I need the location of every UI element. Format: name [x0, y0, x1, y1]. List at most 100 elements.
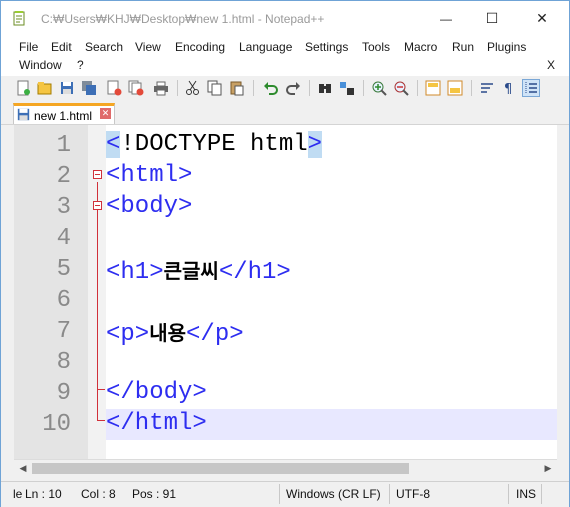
menu-file[interactable]: File — [19, 40, 38, 54]
toolbar-separator — [309, 80, 310, 96]
code-line[interactable]: 8 — [14, 347, 557, 378]
window-title: C:₩Users₩KHJ₩Desktop₩new 1.html - Notepa… — [41, 12, 325, 26]
code-line[interactable]: 3 <body> — [14, 192, 557, 223]
status-eol-format[interactable]: Windows (CR LF) — [286, 487, 381, 501]
line-number: 8 — [56, 349, 71, 376]
code-line[interactable]: 6 — [14, 285, 557, 316]
scroll-right-icon[interactable]: ▶ — [541, 462, 555, 475]
undo-icon[interactable] — [263, 80, 279, 96]
replace-icon[interactable] — [339, 80, 355, 96]
horizontal-scrollbar[interactable]: ◀ ▶ — [14, 459, 557, 477]
code-line[interactable]: 2 <html> — [14, 161, 557, 192]
code-line[interactable]: 7 <p>내용</p> — [14, 316, 557, 348]
minimize-button[interactable]: — — [423, 1, 469, 36]
cut-icon[interactable] — [185, 80, 201, 96]
save-icon[interactable] — [59, 80, 75, 96]
copy-icon[interactable] — [207, 80, 223, 96]
menu-search[interactable]: Search — [85, 40, 123, 54]
code-text: <!DOCTYPE html> — [106, 131, 323, 158]
save-all-icon[interactable] — [81, 80, 97, 96]
html-tag: </p> — [186, 321, 244, 348]
find-icon[interactable] — [317, 80, 333, 96]
line-number: 2 — [56, 163, 71, 190]
menu-settings[interactable]: Settings — [305, 40, 348, 54]
zoom-in-icon[interactable] — [371, 80, 387, 96]
minimize-icon: — — [440, 11, 452, 26]
code-text: </html> — [106, 410, 207, 437]
status-separator — [389, 484, 390, 504]
html-tag: <body> — [106, 193, 193, 220]
code-text: <h1>큰글씨</h1> — [106, 255, 291, 286]
indent-guide-icon[interactable] — [522, 79, 540, 97]
maximize-button[interactable]: ☐ — [469, 1, 515, 36]
scroll-left-icon[interactable]: ◀ — [16, 462, 30, 475]
close-all-icon[interactable] — [128, 80, 144, 96]
html-tag: <html> — [106, 162, 193, 189]
redo-icon[interactable] — [285, 80, 301, 96]
menu-edit[interactable]: Edit — [51, 40, 72, 54]
line-number: 1 — [56, 132, 71, 159]
menu-window[interactable]: Window — [19, 58, 62, 72]
fold-end-marker — [97, 420, 105, 421]
toolbar-separator — [471, 80, 472, 96]
saved-file-icon — [17, 108, 30, 121]
html-tag: > — [307, 131, 323, 158]
show-all-chars-icon[interactable]: ¶ — [501, 80, 517, 96]
line-number: 6 — [56, 287, 71, 314]
toolbar-separator — [363, 80, 364, 96]
status-length: le — [13, 487, 23, 501]
close-window-button[interactable]: ✕ — [519, 1, 565, 36]
code-line[interactable]: 4 — [14, 223, 557, 254]
menu-run[interactable]: Run — [452, 40, 474, 54]
close-document-button[interactable]: X — [547, 58, 555, 72]
open-file-icon[interactable] — [37, 80, 53, 96]
status-position: Pos : 91 — [132, 487, 177, 501]
status-bar: le Ln : 10 Col : 8 Pos : 91 Windows (CR … — [1, 481, 569, 507]
notepad-window: C:₩Users₩KHJ₩Desktop₩new 1.html - Notepa… — [0, 0, 570, 507]
code-line[interactable]: 9 </body> — [14, 378, 557, 409]
status-insert-mode[interactable]: INS — [516, 487, 536, 501]
menu-plugins[interactable]: Plugins — [487, 40, 526, 54]
html-tag: < — [106, 131, 121, 158]
code-line[interactable]: 5 <h1>큰글씨</h1> — [14, 254, 557, 286]
line-number: 4 — [56, 225, 71, 252]
html-tag: <p> — [106, 321, 150, 348]
close-icon[interactable] — [106, 80, 122, 96]
toolbar-separator — [417, 80, 418, 96]
paste-icon[interactable] — [229, 80, 245, 96]
code-text: <p>내용</p> — [106, 317, 244, 348]
text-content: 큰글씨 — [163, 259, 219, 283]
menu-view[interactable]: View — [135, 40, 161, 54]
tab-label: new 1.html — [34, 109, 93, 123]
text-content: 내용 — [149, 321, 187, 345]
html-tag: <h1> — [106, 259, 164, 286]
status-separator — [279, 484, 280, 504]
scrollbar-thumb[interactable] — [32, 463, 409, 474]
word-wrap-icon[interactable] — [479, 80, 495, 96]
sync-vertical-icon[interactable] — [425, 80, 441, 96]
menu-help[interactable]: ? — [77, 58, 84, 72]
status-encoding[interactable]: UTF-8 — [396, 487, 430, 501]
menu-language[interactable]: Language — [239, 40, 292, 54]
line-number: 9 — [56, 380, 71, 407]
menu-macro[interactable]: Macro — [404, 40, 437, 54]
status-line: Ln : 10 — [25, 487, 62, 501]
html-tag: </html> — [106, 410, 207, 437]
zoom-out-icon[interactable] — [393, 80, 409, 96]
menu-bar: File Edit Search View Encoding Language … — [1, 36, 569, 76]
toolbar-separator — [177, 80, 178, 96]
new-file-icon[interactable] — [15, 80, 31, 96]
tab-new-1-html[interactable]: new 1.html ✕ — [13, 103, 115, 124]
code-line[interactable]: 10 </html> — [42, 409, 557, 440]
menu-tools[interactable]: Tools — [362, 40, 390, 54]
tab-close-icon[interactable]: ✕ — [100, 108, 111, 119]
menu-encoding[interactable]: Encoding — [175, 40, 225, 54]
line-number: 10 — [42, 411, 71, 438]
print-icon[interactable] — [153, 80, 169, 96]
html-tag: </h1> — [218, 259, 291, 286]
title-bar[interactable]: C:₩Users₩KHJ₩Desktop₩new 1.html - Notepa… — [1, 1, 569, 36]
code-line[interactable]: 1 <!DOCTYPE html> — [14, 130, 557, 161]
status-separator — [541, 484, 542, 504]
code-editor[interactable]: 1 <!DOCTYPE html> 2 <html> 3 <body> 4 5 <h1>큰글씨<… — [14, 125, 557, 459]
sync-horizontal-icon[interactable] — [447, 80, 463, 96]
